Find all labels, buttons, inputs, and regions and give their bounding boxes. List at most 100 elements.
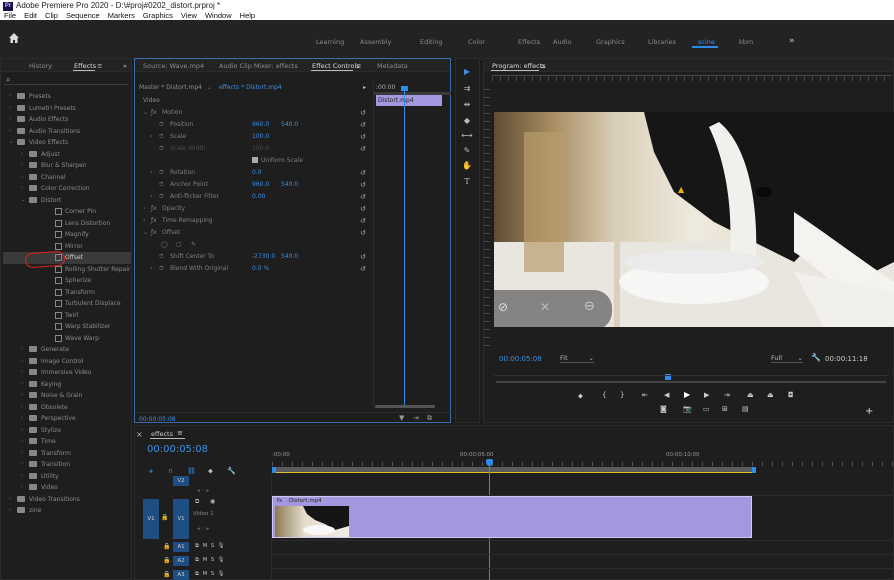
chevron-right-icon[interactable]: › bbox=[9, 105, 11, 111]
chevron-right-icon[interactable]: › bbox=[21, 358, 23, 364]
tree-item[interactable]: › Obsolete bbox=[3, 402, 131, 414]
stopwatch-icon[interactable]: ⏱ bbox=[159, 121, 164, 129]
tree-item[interactable]: › Video bbox=[3, 482, 131, 494]
workspace-tab-learning[interactable]: Learning bbox=[316, 38, 344, 46]
reset-icon[interactable]: ↺ bbox=[360, 193, 366, 201]
play-icon[interactable]: ▶ bbox=[684, 390, 690, 399]
step-back-icon[interactable]: ◀ bbox=[664, 391, 669, 399]
program-title[interactable]: Program: effects bbox=[492, 62, 546, 70]
menu-sequence[interactable]: Sequence bbox=[66, 11, 100, 20]
work-area-bar[interactable] bbox=[272, 467, 752, 473]
tree-item[interactable]: Turbulent Displace bbox=[3, 298, 131, 310]
audio-mute-icon[interactable]: ✕ bbox=[540, 300, 550, 314]
menu-clip[interactable]: Clip bbox=[45, 11, 58, 20]
add-button-icon[interactable]: + bbox=[865, 406, 873, 417]
tree-item[interactable]: › Image Control bbox=[3, 356, 131, 368]
tab-metadata[interactable]: Metadata bbox=[377, 62, 408, 70]
tree-item[interactable]: › Time bbox=[3, 436, 131, 448]
mark-in-icon[interactable]: { bbox=[602, 391, 606, 399]
ec-prop-value[interactable]: 960.0 bbox=[252, 121, 269, 128]
tree-item[interactable]: Corner Pin bbox=[3, 206, 131, 218]
quality-dropdown[interactable]: Full ⌄ bbox=[771, 354, 803, 363]
stopwatch-icon[interactable]: ⏱ bbox=[159, 181, 164, 189]
chevron-right-icon[interactable]: › bbox=[21, 415, 23, 421]
tree-item[interactable]: ⌄ Distort bbox=[3, 195, 131, 207]
workspace-tab-scine[interactable]: scine bbox=[698, 38, 715, 46]
type-tool-icon[interactable]: T bbox=[461, 177, 473, 189]
tab-effect-controls[interactable]: Effect Controls bbox=[312, 62, 360, 70]
workspace-tab-libraries[interactable]: Libraries bbox=[648, 38, 676, 46]
chevron-down-icon[interactable]: ⌄ bbox=[21, 197, 26, 203]
mark-out-icon[interactable]: } bbox=[620, 391, 624, 399]
chevron-right-icon[interactable]: › bbox=[21, 450, 23, 456]
lock-icon[interactable]: 🔒 bbox=[163, 571, 170, 578]
razor-icon[interactable]: ◆ bbox=[461, 116, 473, 128]
timeline-title[interactable]: effects bbox=[151, 430, 173, 438]
track-a3-buttons[interactable]: ⧉ M S 🎙 bbox=[195, 571, 225, 578]
fx-badge-icon[interactable]: ƒx bbox=[151, 229, 157, 236]
panel-menu-icon[interactable]: ≡ bbox=[540, 62, 545, 70]
tree-item[interactable]: › Audio Transitions bbox=[3, 126, 131, 138]
wrench-icon[interactable]: 🔧 bbox=[811, 353, 821, 362]
panel-menu-icon[interactable]: ≡ bbox=[177, 429, 183, 437]
reset-icon[interactable]: ↺ bbox=[360, 205, 366, 213]
timeline-timecode[interactable]: 00:00:05:08 bbox=[147, 444, 208, 455]
tree-item[interactable]: › Immersive Video bbox=[3, 367, 131, 379]
reset-icon[interactable]: ↺ bbox=[360, 253, 366, 261]
lift-icon[interactable]: ⏏ bbox=[747, 391, 754, 399]
tree-item[interactable]: Warp Stabilizer bbox=[3, 321, 131, 333]
chevron-right-icon[interactable]: › bbox=[21, 381, 23, 387]
tab-effects[interactable]: Effects bbox=[74, 62, 96, 70]
export-icon[interactable]: ⇥ bbox=[413, 414, 419, 422]
go-to-in-icon[interactable]: ⇤ bbox=[642, 391, 648, 399]
reset-icon[interactable]: ↺ bbox=[360, 121, 366, 129]
chevron-right-icon[interactable]: › bbox=[9, 93, 11, 99]
tree-item[interactable]: › Transition bbox=[3, 459, 131, 471]
home-icon[interactable] bbox=[8, 32, 22, 46]
tree-item[interactable]: › Generate bbox=[3, 344, 131, 356]
tree-item[interactable]: › Perspective bbox=[3, 413, 131, 425]
reset-icon[interactable]: ↺ bbox=[360, 145, 366, 153]
workspace-tab-editing[interactable]: Editing bbox=[420, 38, 443, 46]
tab-history[interactable]: History bbox=[29, 62, 52, 70]
pen-mask-icon[interactable]: ✎ bbox=[191, 241, 196, 248]
reset-icon[interactable]: ↺ bbox=[360, 265, 366, 273]
tree-item[interactable]: Rolling Shutter Repair bbox=[3, 264, 131, 276]
chevron-right-icon[interactable]: › bbox=[21, 461, 23, 467]
ec-prop-value-2[interactable]: 540.0 bbox=[281, 181, 298, 188]
tree-item[interactable]: › zine bbox=[3, 505, 131, 517]
chevron-right-icon[interactable]: › bbox=[21, 473, 23, 479]
tree-item[interactable]: › Channel bbox=[3, 172, 131, 184]
stopwatch-icon[interactable]: ⏱ bbox=[159, 253, 164, 261]
tree-item[interactable]: › Blur & Sharpen bbox=[3, 160, 131, 172]
menu-window[interactable]: Window bbox=[205, 11, 232, 20]
chevron-right-icon[interactable]: › bbox=[9, 507, 11, 513]
chevron-right-icon[interactable]: › bbox=[143, 217, 145, 224]
work-area-end[interactable] bbox=[752, 467, 756, 473]
hand-icon[interactable]: ✋ bbox=[461, 161, 473, 173]
reset-icon[interactable]: ↺ bbox=[360, 181, 366, 189]
track-target-a1[interactable]: A1 bbox=[173, 542, 189, 552]
chevron-right-icon[interactable]: › bbox=[21, 151, 23, 157]
pen-icon[interactable]: ✎ bbox=[461, 146, 473, 158]
tab-audio-clip-mixer[interactable]: Audio Clip Mixer: effects bbox=[219, 62, 298, 70]
lock-icon[interactable]: 🔒 bbox=[163, 557, 170, 564]
fx-badge-icon[interactable]: ƒx bbox=[151, 217, 157, 224]
ec-playhead-handle[interactable] bbox=[401, 86, 408, 91]
workspace-tab-assembly[interactable]: Assembly bbox=[360, 38, 391, 46]
ec-clip-bar[interactable]: Distort.mp4 bbox=[376, 95, 442, 106]
master-clip-label[interactable]: Master * Distort.mp4 bbox=[139, 84, 202, 91]
reset-icon[interactable]: ↺ bbox=[360, 109, 366, 117]
stopwatch-icon[interactable]: ⏱ bbox=[159, 169, 164, 177]
chevron-right-icon[interactable]: › bbox=[150, 265, 152, 272]
menu-edit[interactable]: Edit bbox=[24, 11, 37, 20]
track-target-v1[interactable]: V1 bbox=[173, 499, 189, 539]
reset-icon[interactable]: ↺ bbox=[360, 169, 366, 177]
menu-graphics[interactable]: Graphics bbox=[143, 11, 173, 20]
chevron-right-icon[interactable]: › bbox=[150, 169, 152, 176]
timeline-playhead-handle[interactable] bbox=[486, 459, 493, 466]
reset-icon[interactable]: ↺ bbox=[360, 217, 366, 225]
tree-item[interactable]: › Utility bbox=[3, 471, 131, 483]
ec-prop-value[interactable]: 0.00 bbox=[252, 193, 265, 200]
program-zoom-bar[interactable] bbox=[494, 375, 889, 376]
